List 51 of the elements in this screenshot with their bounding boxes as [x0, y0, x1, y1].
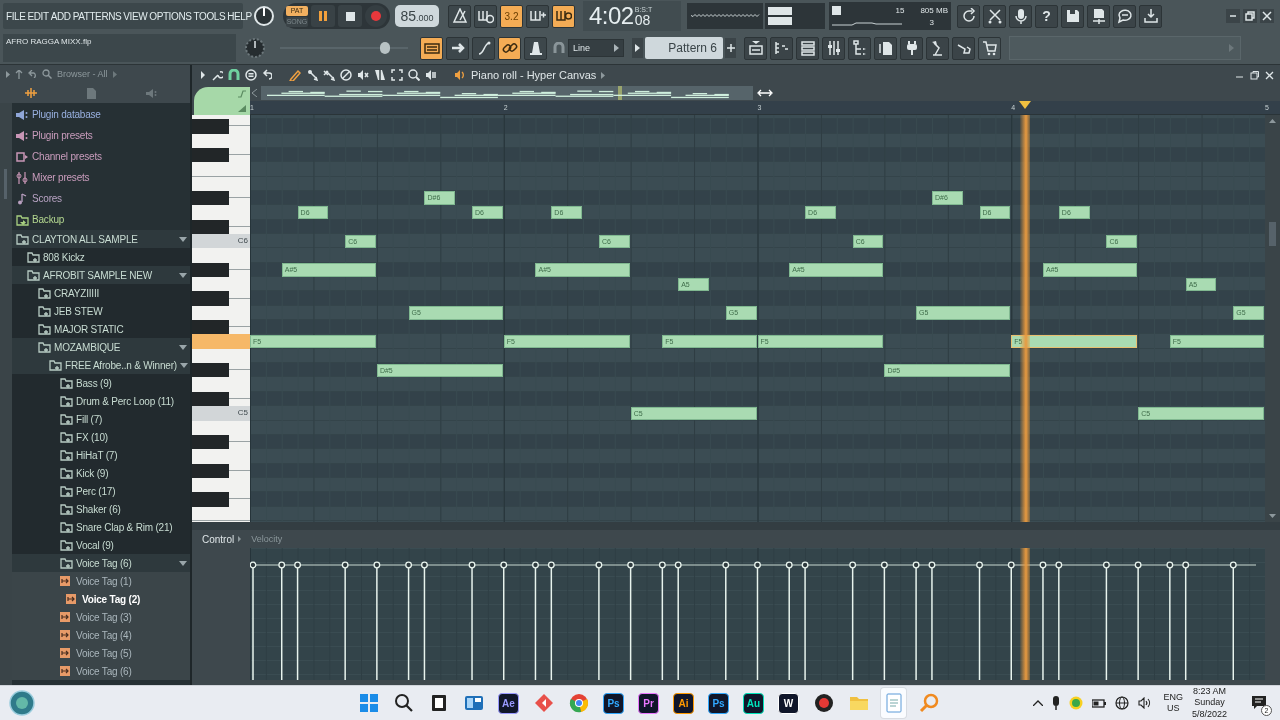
menu-item[interactable]: TOOLS [193, 10, 226, 22]
folder-item[interactable]: Vocal (9) [76, 539, 114, 551]
browser-item[interactable]: Backup [32, 214, 65, 225]
browser-item[interactable]: Scores [32, 193, 62, 204]
countdown-button[interactable]: 3.2 [500, 4, 523, 28]
menu-item[interactable]: HELP [227, 10, 252, 22]
folder-item[interactable]: Perc (17) [76, 485, 116, 497]
menu-item[interactable]: FILE [6, 10, 26, 22]
language-indicator[interactable]: ENG US [1163, 691, 1183, 715]
folder-item[interactable]: Bass (9) [76, 377, 112, 389]
browser-title: Browser - All [57, 69, 108, 79]
app-icon[interactable]: Ps [708, 692, 729, 714]
control-target: Velocity [251, 534, 283, 544]
folder-item[interactable]: HiHaT (7) [76, 449, 118, 461]
folder-item[interactable]: Shaker (6) [76, 503, 121, 515]
browser-item[interactable]: Channel presets [32, 151, 102, 162]
control-label[interactable]: Control [202, 533, 235, 545]
time-seconds: 08 [634, 12, 651, 27]
folder-item[interactable]: Kick (9) [76, 467, 109, 479]
folder-item[interactable]: CRAYZIIIII [54, 287, 100, 299]
browser-item[interactable]: Mixer presets [32, 172, 90, 183]
help-button[interactable]: ? [1035, 4, 1058, 28]
tempo-field[interactable]: 85.000 [395, 5, 439, 27]
window-title: Piano roll - Hyper Canvas [471, 69, 597, 81]
memory-value: 805 MB [920, 5, 948, 15]
folder-item[interactable]: Fill (7) [76, 413, 103, 425]
folder-item[interactable]: FX (10) [76, 431, 108, 443]
piano-keyboard[interactable]: C6 C5 [192, 115, 250, 522]
browser-item[interactable]: Plugin presets [32, 130, 93, 141]
key-label: C5 [192, 406, 250, 421]
app-icon[interactable]: Pr [638, 692, 659, 714]
clock[interactable]: 8:23 AM Sunday 5/8/2022 [1191, 686, 1227, 720]
app-icon[interactable]: Au [743, 692, 764, 714]
snap-dropdown[interactable]: Line [568, 39, 624, 57]
browser-item[interactable]: Plugin database [32, 109, 101, 120]
menu-item[interactable]: OPTIONS [149, 10, 192, 22]
key-label: C6 [192, 234, 250, 249]
app-icon[interactable]: W [778, 692, 799, 714]
project-name: AFRO RAGGA MIXX.flp [6, 37, 92, 46]
menu-item[interactable]: EDIT [27, 10, 49, 22]
app-icon[interactable]: Ai [673, 692, 694, 714]
folder-item[interactable]: 808 Kickz [43, 251, 85, 263]
menu-item[interactable]: PATTERNS [72, 10, 122, 22]
menu-item[interactable]: VIEW [123, 10, 148, 22]
polyphony-value: 3 [929, 17, 934, 27]
app-icon[interactable]: Ps [603, 692, 624, 714]
pattern-selector[interactable]: Pattern 6 [645, 37, 723, 59]
app-icon[interactable]: Ae [498, 692, 519, 714]
menu-item[interactable]: ADD [50, 10, 71, 22]
folder-item[interactable]: JEB STEW [54, 305, 103, 317]
cpu-value: 15 [895, 5, 905, 15]
